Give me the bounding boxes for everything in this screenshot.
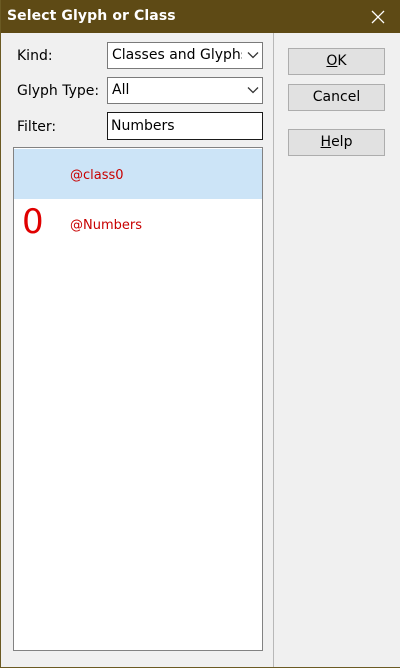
list-item-numbers[interactable]: 0 @Numbers <box>14 199 262 249</box>
title-bar[interactable]: Select Glyph or Class <box>1 0 400 33</box>
button-panel: OK Cancel Help <box>275 33 400 667</box>
dialog-window: Select Glyph or Class Kind: Classes and … <box>0 0 400 668</box>
help-button[interactable]: Help <box>288 129 385 156</box>
filter-input[interactable] <box>107 112 263 140</box>
chevron-down-icon <box>247 87 259 94</box>
glyph-type-dropdown[interactable]: All <box>107 77 263 104</box>
kind-dropdown-value: Classes and Glyphs <box>112 47 242 63</box>
cancel-button-label: Cancel <box>312 89 361 105</box>
help-button-label: elp <box>331 134 353 150</box>
list-item-glyph: 0 <box>22 202 44 242</box>
glyph-class-list[interactable]: @class0 0 @Numbers <box>13 147 263 651</box>
kind-dropdown[interactable]: Classes and Glyphs <box>107 42 263 69</box>
ok-button[interactable]: OK <box>288 48 385 75</box>
list-item-name: @class0 <box>70 168 124 183</box>
chevron-down-icon <box>247 52 259 59</box>
glyph-type-label: Glyph Type: <box>17 83 100 99</box>
dialog-title: Select Glyph or Class <box>7 8 176 24</box>
filter-label: Filter: <box>17 119 57 135</box>
ok-button-label: K <box>337 53 347 69</box>
list-item-class0[interactable]: @class0 <box>14 149 262 199</box>
glyph-type-dropdown-value: All <box>112 82 130 98</box>
close-icon <box>371 10 385 23</box>
help-button-mnemonic: H <box>320 134 332 150</box>
cancel-button[interactable]: Cancel <box>288 84 385 111</box>
list-item-name: @Numbers <box>70 218 142 233</box>
kind-label: Kind: <box>17 48 53 64</box>
left-panel: Kind: Classes and Glyphs Glyph Type: All… <box>2 33 274 667</box>
ok-button-mnemonic: O <box>326 53 338 69</box>
close-button[interactable] <box>355 0 400 33</box>
